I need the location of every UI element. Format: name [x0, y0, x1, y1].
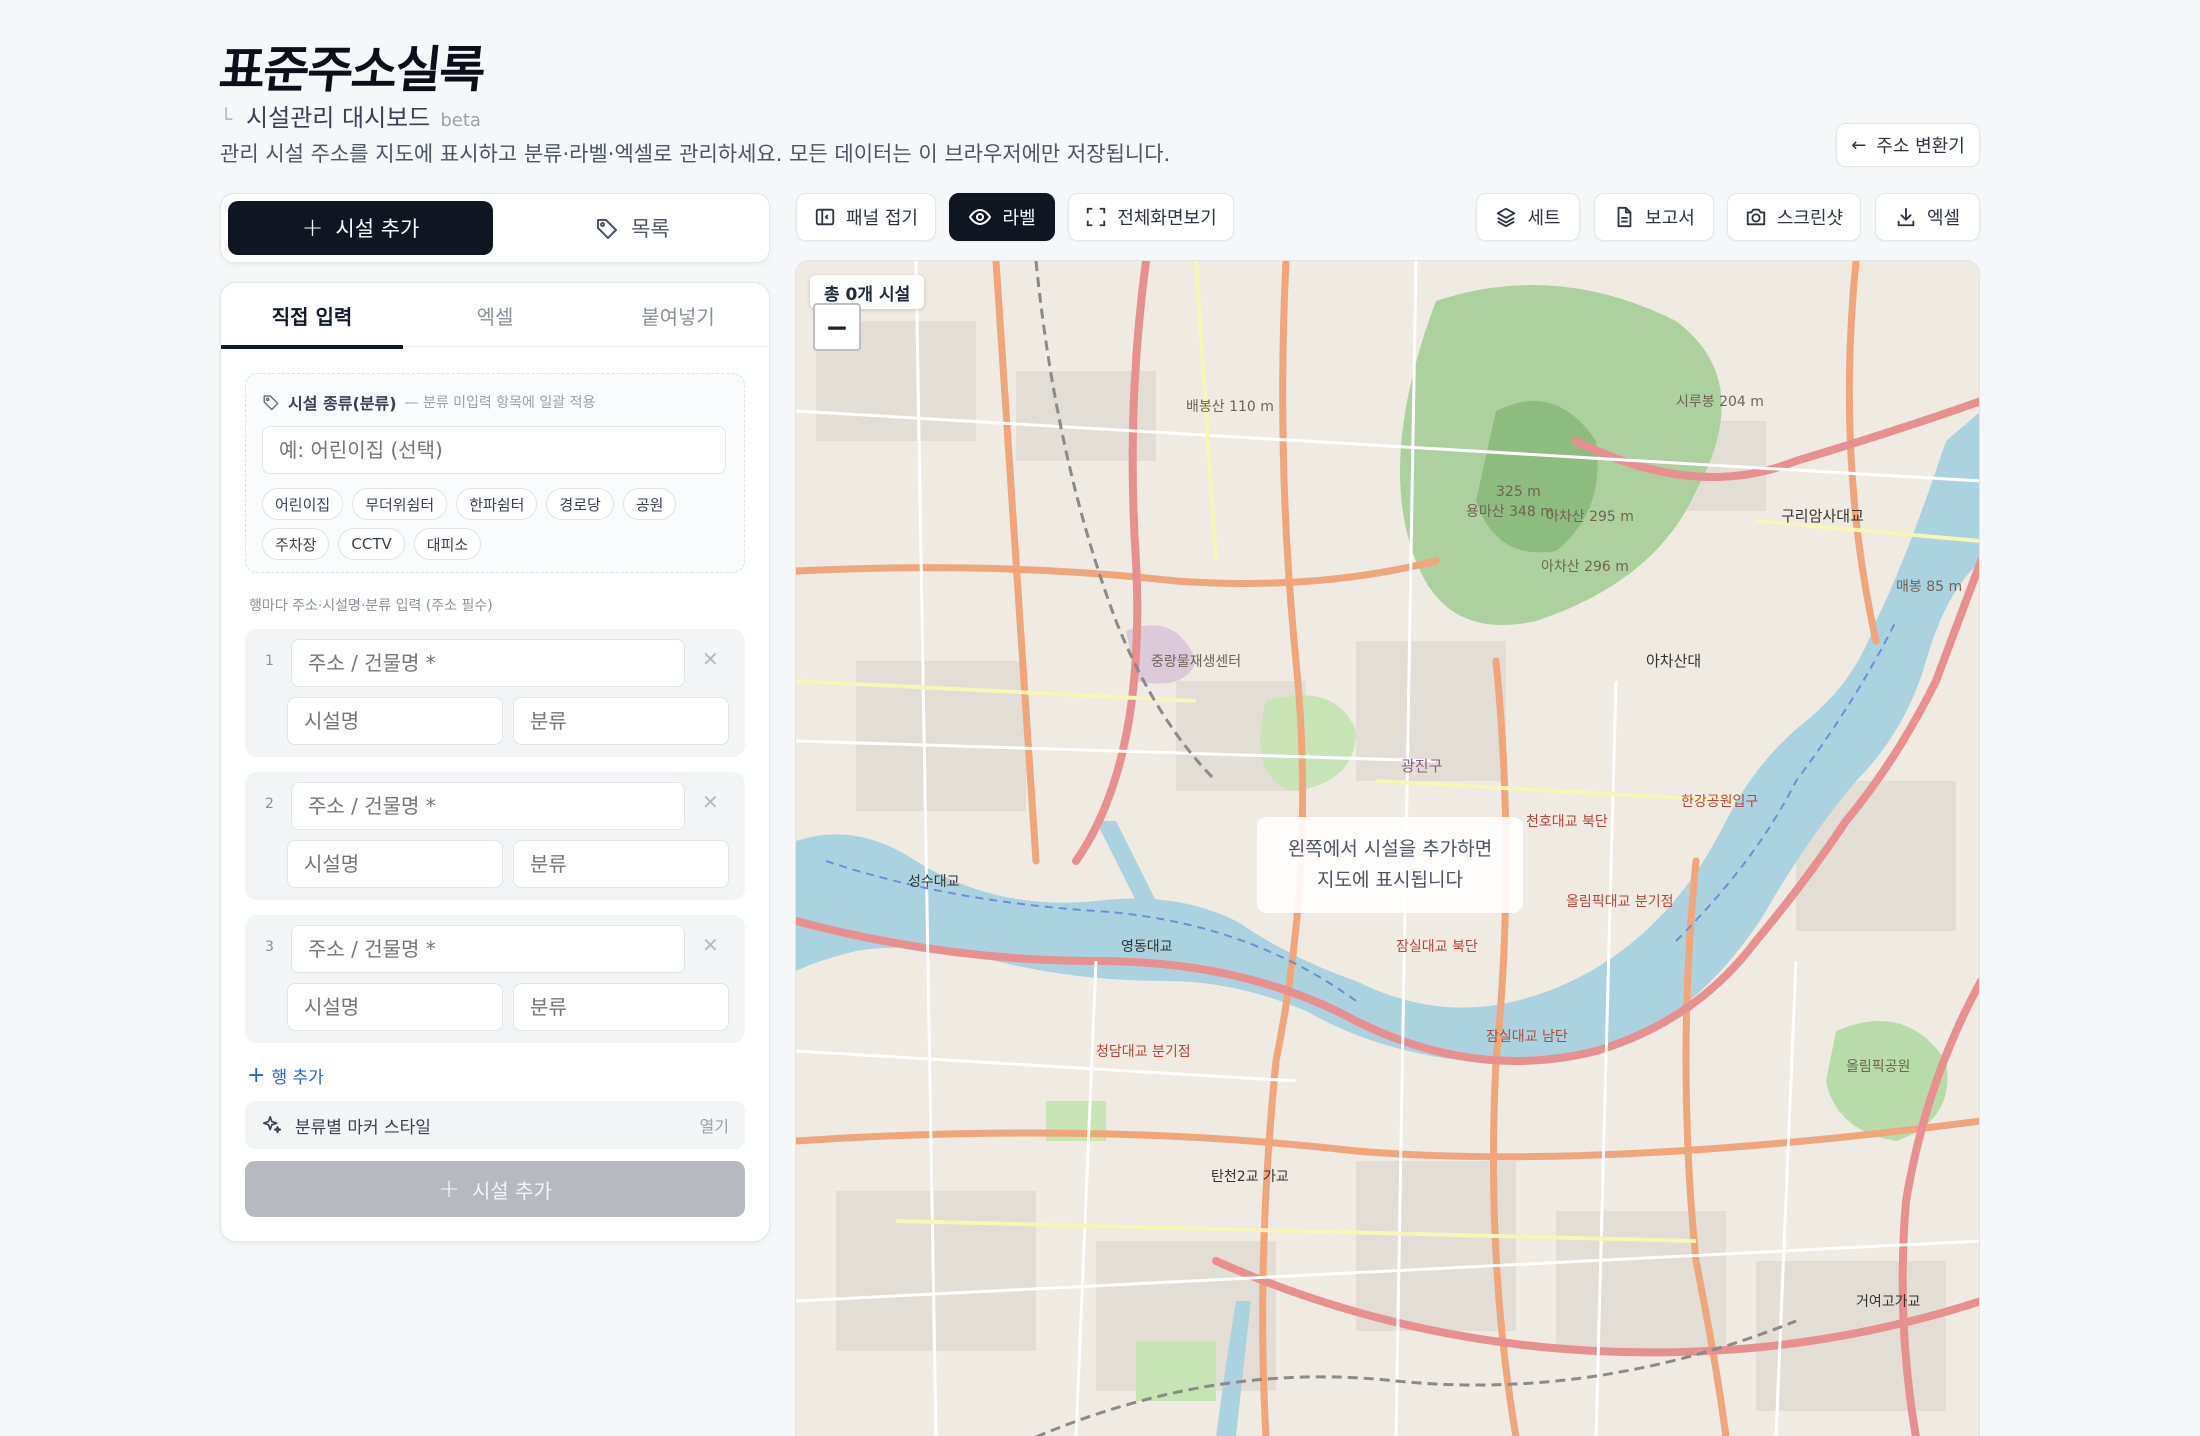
- row-number: 2: [265, 796, 274, 812]
- category-input-row[interactable]: [513, 697, 729, 745]
- screenshot-button[interactable]: 스크린샷: [1727, 193, 1861, 241]
- subtitle-row: └ 시설관리 대시보드 beta: [220, 98, 481, 133]
- row-number: 3: [265, 939, 274, 955]
- chip-parking[interactable]: 주차장: [262, 528, 330, 560]
- map-label: 천호대교 북단: [1526, 814, 1608, 830]
- arrow-left-icon: ←: [1851, 134, 1867, 156]
- set-button[interactable]: 세트: [1476, 193, 1580, 241]
- tag-icon: [597, 219, 618, 239]
- document-icon: [1617, 206, 1632, 228]
- page-title: 시설관리 대시보드: [246, 104, 431, 132]
- map-label: 시루봉 204 m: [1676, 394, 1764, 410]
- category-box: 시설 종류(분류) — 분류 미입력 항목에 일괄 적용 어린이집 무더위쉼터 …: [245, 373, 745, 573]
- input-row: 1 ✕: [245, 629, 745, 757]
- tree-branch-icon: └: [220, 107, 233, 131]
- layers-icon: [1497, 207, 1516, 228]
- tag-icon: [263, 395, 279, 411]
- address-input[interactable]: [291, 925, 685, 973]
- eye-icon: [969, 208, 992, 226]
- map-label: 용마산 348 m: [1466, 504, 1554, 520]
- input-row: 2 ✕: [245, 772, 745, 900]
- map-label: 아차산대: [1646, 652, 1701, 670]
- map-label: 아차산 295 m: [1546, 509, 1634, 525]
- map-label: 한강공원입구: [1681, 794, 1758, 810]
- map-label: 구리암사대교: [1781, 507, 1864, 525]
- map-label: 배봉산 110 m: [1186, 399, 1274, 415]
- map-label: 중랑물재생센터: [1151, 654, 1241, 670]
- fullscreen-icon: [1087, 207, 1106, 227]
- map-label: 올림픽공원: [1846, 1059, 1910, 1075]
- brand-logo: 표준주소실록: [216, 40, 487, 99]
- plus-icon: +: [301, 213, 324, 243]
- address-converter-button[interactable]: ← 주소 변환기: [1836, 123, 1980, 167]
- facility-name-input[interactable]: [287, 983, 503, 1031]
- rows-hint: 행마다 주소·시설명·분류 입력 (주소 필수): [249, 598, 493, 614]
- map-label: 영동대교: [1121, 939, 1173, 955]
- view-switcher: + 시설 추가 목록: [220, 193, 770, 263]
- add-row-button[interactable]: + 행 추가: [247, 1063, 324, 1088]
- input-tabs: 직접 입력 엑셀 붙여넣기: [221, 283, 769, 349]
- sidebar-collapse-icon: [815, 208, 835, 226]
- chip-evacuation[interactable]: 대피소: [413, 528, 482, 560]
- map-label: 잠실대교 북단: [1396, 939, 1478, 955]
- map-label: 탄천2교 가교: [1211, 1169, 1289, 1185]
- category-input-row[interactable]: [513, 983, 729, 1031]
- tab-direct-input[interactable]: 직접 입력: [221, 283, 403, 349]
- remove-row-icon[interactable]: ✕: [702, 933, 719, 957]
- map-label: 잠실대교 남단: [1486, 1029, 1568, 1045]
- row-number: 1: [265, 653, 274, 669]
- zoom-out-button[interactable]: −: [813, 303, 861, 351]
- category-input-row[interactable]: [513, 840, 729, 888]
- chip-daycare[interactable]: 어린이집: [262, 488, 344, 520]
- marker-style-toggle[interactable]: 분류별 마커 스타일 열기: [245, 1101, 745, 1149]
- tab-excel[interactable]: 엑셀: [404, 283, 586, 347]
- fold-panel-button[interactable]: 패널 접기: [796, 193, 936, 241]
- address-input[interactable]: [291, 782, 685, 830]
- input-row: 3 ✕: [245, 915, 745, 1043]
- chip-park[interactable]: 공원: [622, 488, 677, 520]
- sparkles-icon: [262, 1115, 282, 1134]
- remove-row-icon[interactable]: ✕: [702, 647, 719, 671]
- category-hint: — 분류 미입력 항목에 일괄 적용: [404, 395, 596, 411]
- category-label: 시설 종류(분류): [288, 394, 397, 413]
- page-description: 관리 시설 주소를 지도에 표시하고 분류·라벨·엑셀로 관리하세요. 모든 데…: [220, 142, 1171, 166]
- map-label: 거여고가교: [1856, 1294, 1921, 1310]
- add-facility-mode-button[interactable]: + 시설 추가: [228, 201, 493, 255]
- remove-row-icon[interactable]: ✕: [702, 790, 719, 814]
- tab-paste[interactable]: 붙여넣기: [587, 283, 769, 347]
- input-panel: 직접 입력 엑셀 붙여넣기 시설 종류(분류) — 분류 미입력 항목에 일괄 …: [220, 282, 770, 1242]
- facility-name-input[interactable]: [287, 697, 503, 745]
- chip-senior-center[interactable]: 경로당: [546, 488, 614, 520]
- camera-icon: [1746, 208, 1766, 226]
- facility-name-input[interactable]: [287, 840, 503, 888]
- marker-style-open: 열기: [699, 1117, 729, 1136]
- submit-add-facility-button[interactable]: + 시설 추가: [245, 1161, 745, 1217]
- beta-badge: beta: [440, 110, 481, 131]
- download-icon: [1897, 207, 1915, 227]
- chip-cold-shelter[interactable]: 한파쉼터: [456, 488, 538, 520]
- empty-map-message: 왼쪽에서 시설을 추가하면 지도에 표시됩니다: [1257, 817, 1523, 913]
- chip-heat-shelter[interactable]: 무더위쉼터: [352, 488, 448, 520]
- report-button[interactable]: 보고서: [1594, 193, 1714, 241]
- category-header: 시설 종류(분류) — 분류 미입력 항목에 일괄 적용: [262, 390, 595, 414]
- plus-icon: +: [247, 1063, 266, 1088]
- map-label: 아차산 296 m: [1541, 559, 1629, 575]
- label-toggle-button[interactable]: 라벨: [949, 193, 1055, 241]
- category-input[interactable]: [262, 426, 726, 474]
- map-label: 올림픽대교 분기점: [1566, 894, 1674, 910]
- excel-export-button[interactable]: 엑셀: [1875, 193, 1980, 241]
- map-label: 325 m: [1496, 484, 1541, 500]
- map-label: 청담대교 분기점: [1096, 1044, 1191, 1060]
- plus-icon: +: [438, 1174, 460, 1204]
- fullscreen-button[interactable]: 전체화면보기: [1068, 193, 1234, 241]
- map-label: 광진구: [1401, 757, 1442, 775]
- map-view[interactable]: 배봉산 110 m 용마산 348 m 아차산 295 m 아차산 296 m …: [795, 260, 1980, 1436]
- list-mode-button[interactable]: 목록: [501, 201, 764, 255]
- chip-cctv[interactable]: CCTV: [338, 528, 405, 560]
- category-chips: 어린이집 무더위쉼터 한파쉼터 경로당 공원 주차장 CCTV 대피소: [262, 488, 732, 560]
- address-input[interactable]: [291, 639, 685, 687]
- map-label: 매봉 85 m: [1896, 579, 1962, 595]
- map-label: 성수대교: [908, 874, 960, 890]
